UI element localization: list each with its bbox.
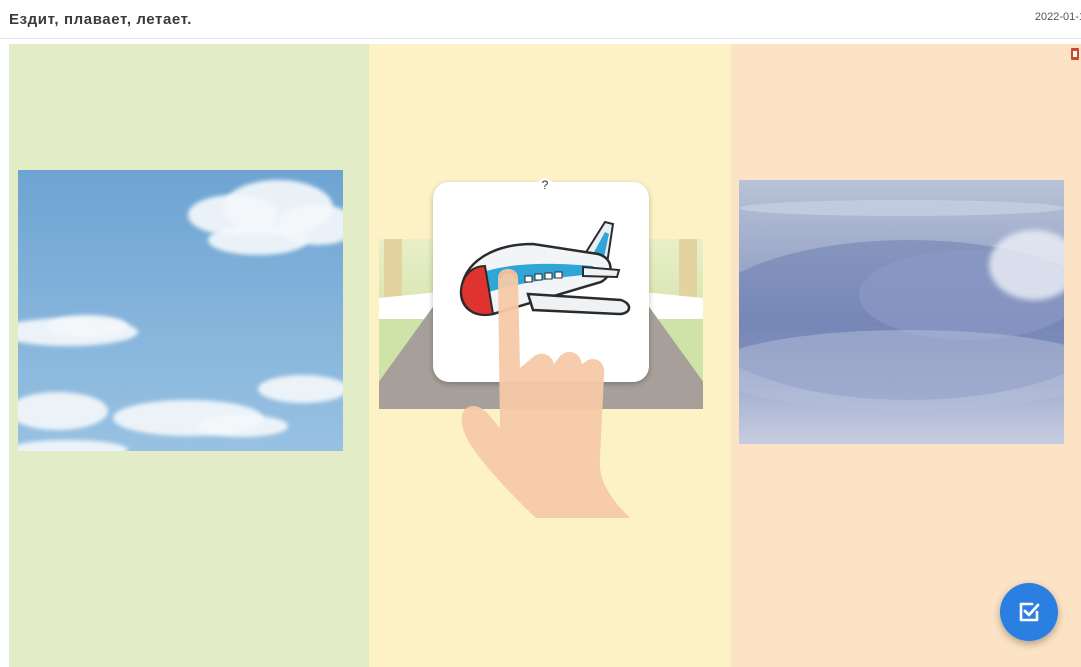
check-button[interactable] [1000,583,1058,641]
sky-image [18,170,343,451]
sea-image [739,180,1064,444]
check-icon [1019,602,1040,622]
pointing-hand-icon [461,269,630,518]
fullscreen-icon[interactable] [1071,48,1079,60]
date-label: 2022-01-1 [1034,11,1081,23]
hint-badge[interactable]: ? [537,178,553,194]
header: Ездит, плавает, летает. 2022-01-1 [0,0,1081,39]
page-title: Ездит, плавает, летает. [9,11,193,28]
